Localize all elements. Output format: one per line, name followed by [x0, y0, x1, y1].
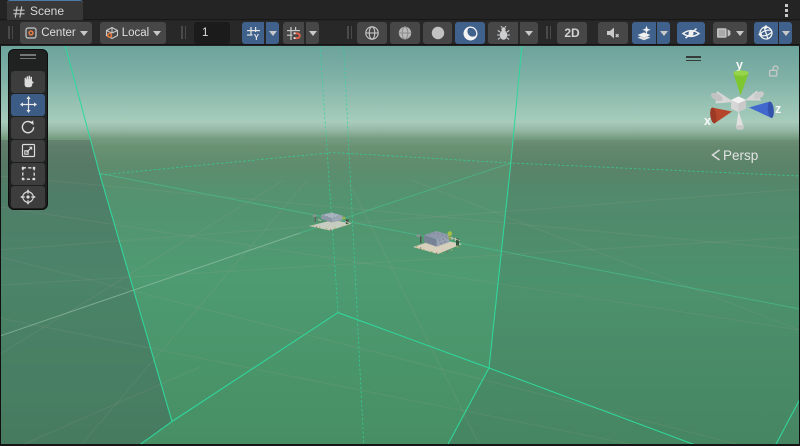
svg-text:Y: Y [253, 32, 259, 40]
svg-text:y: y [736, 58, 743, 72]
svg-text:z: z [775, 102, 781, 116]
svg-text:x: x [704, 114, 711, 128]
